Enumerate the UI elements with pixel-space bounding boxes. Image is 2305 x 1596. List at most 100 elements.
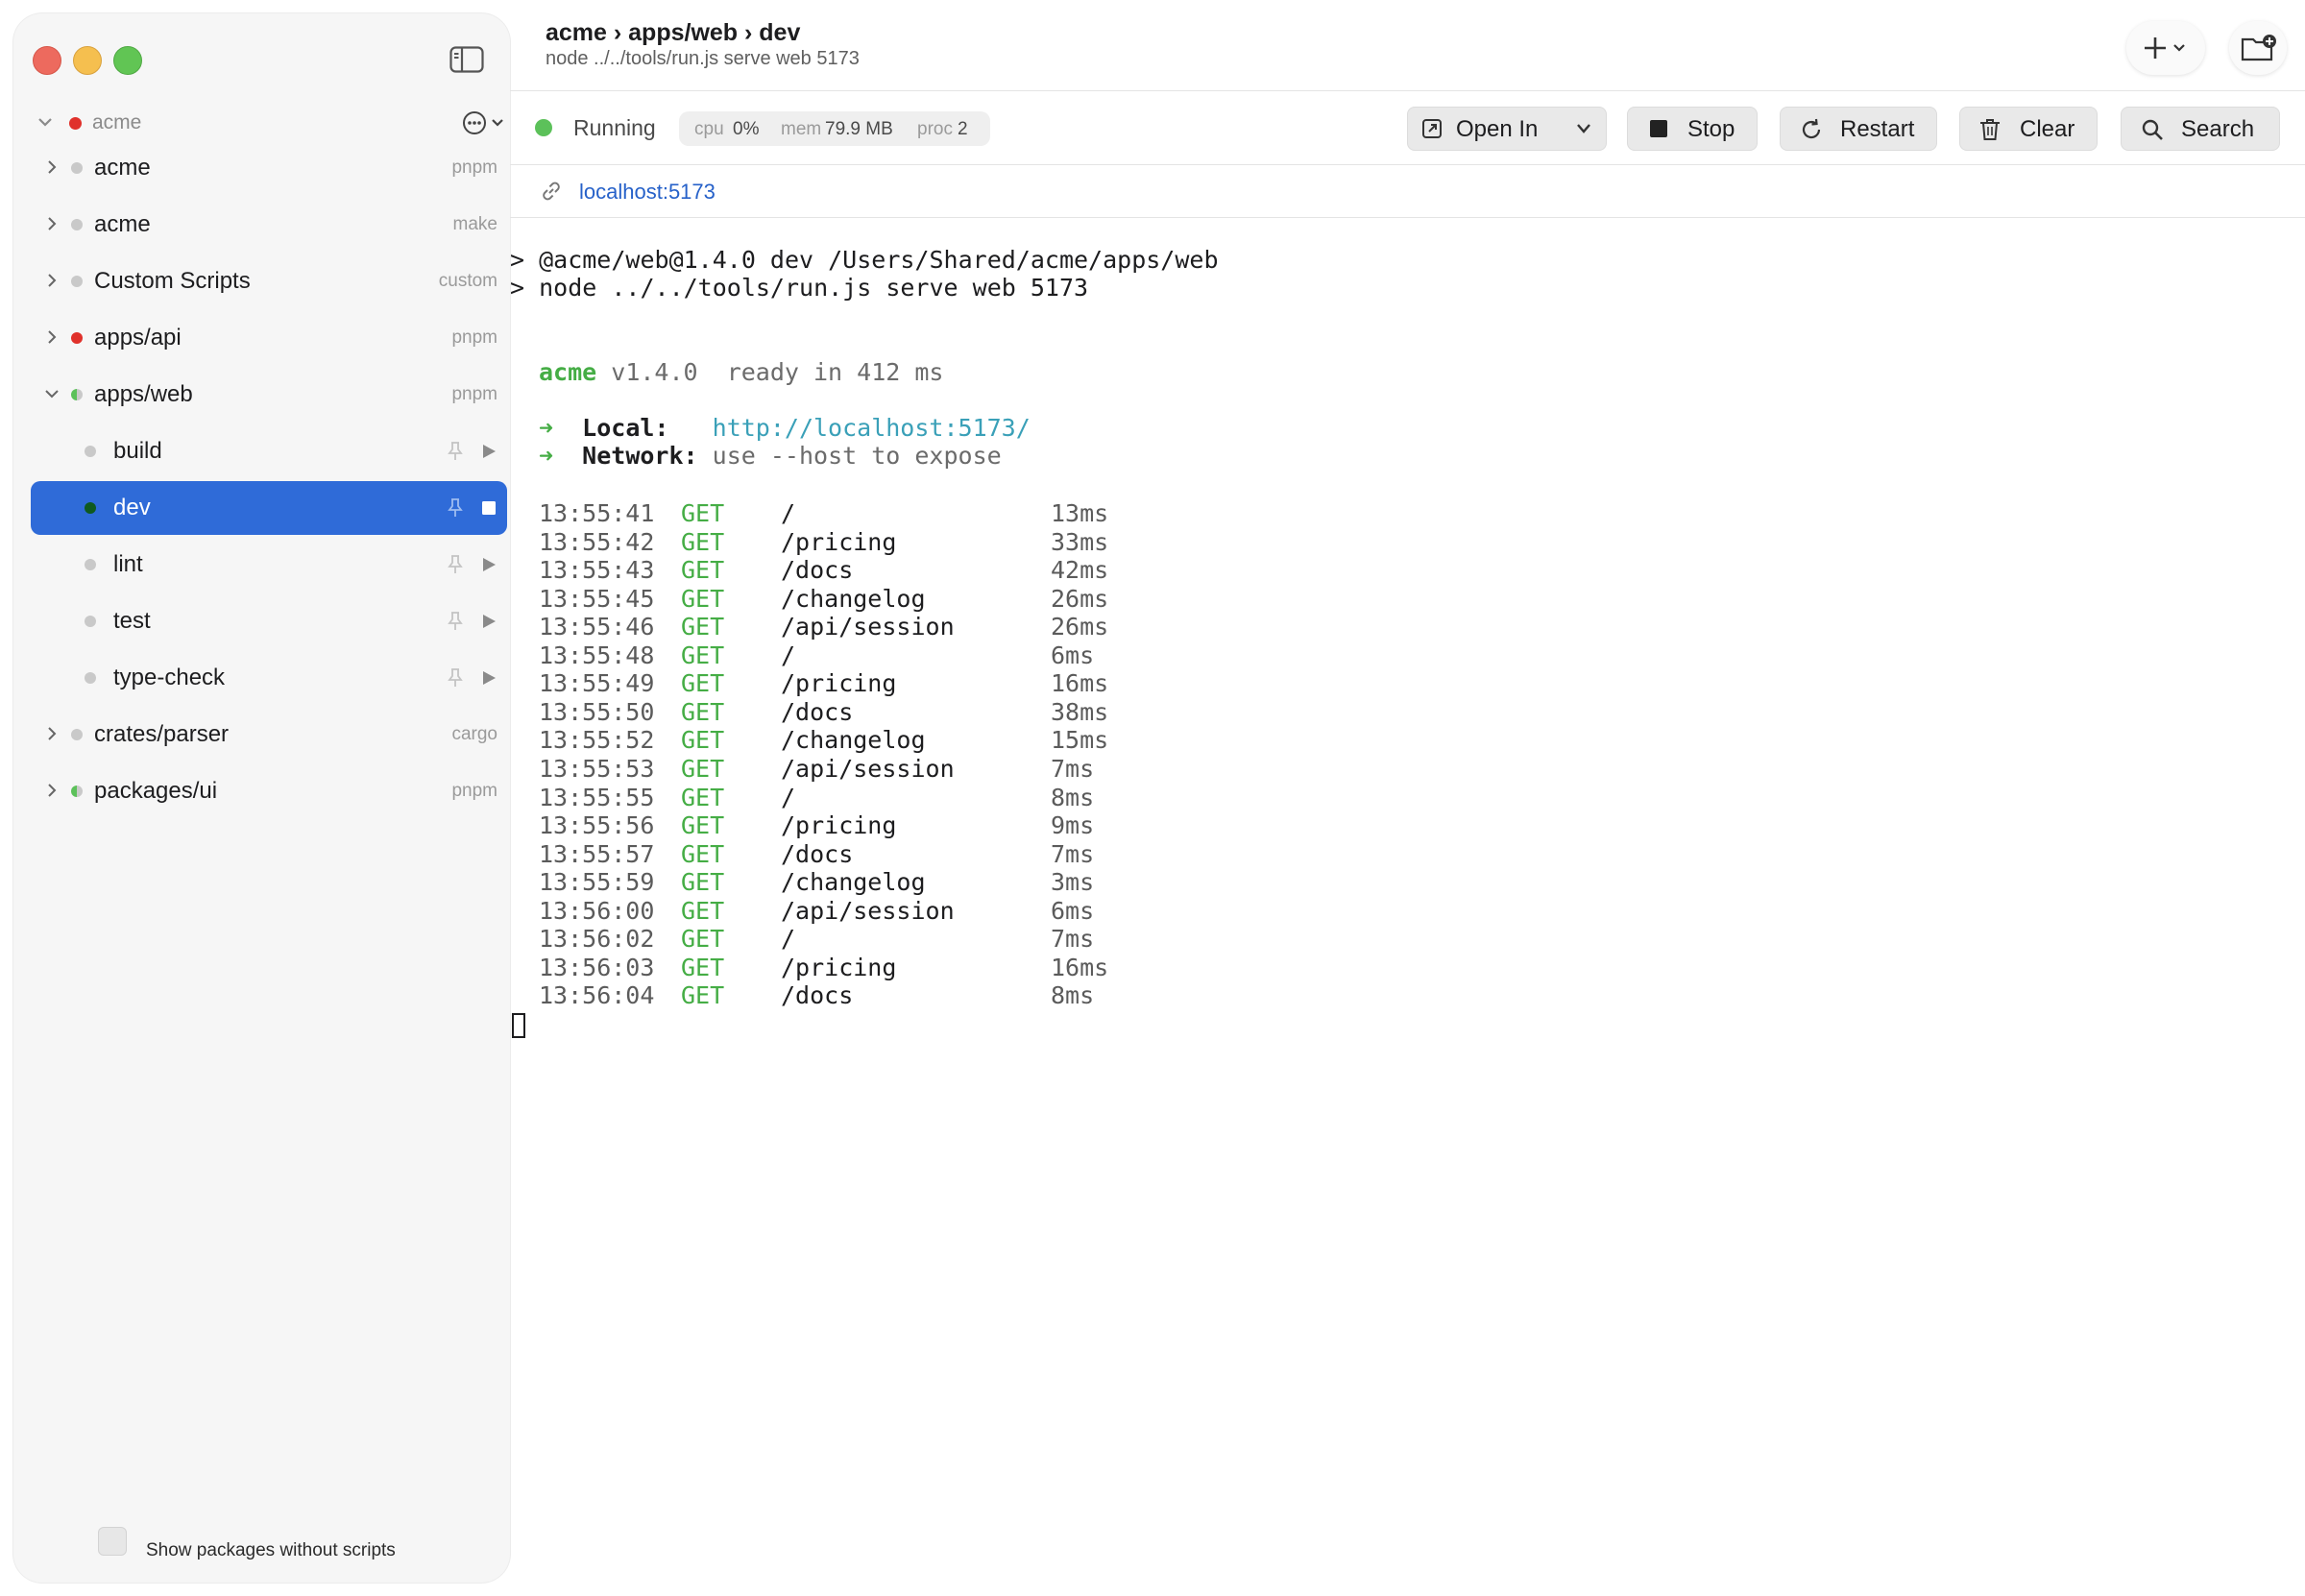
folder-add-icon [2241, 35, 2276, 61]
main-panel: acme › apps/web › dev node ../../tools/r… [510, 0, 2305, 1596]
pin-icon[interactable] [446, 667, 465, 689]
log-path: / [781, 783, 796, 811]
process-stats: cpu 0% mem 79.9 MB proc 2 [679, 111, 990, 146]
mem-label: mem [781, 119, 822, 139]
log-method: GET [681, 499, 725, 527]
restart-button[interactable]: Restart [1780, 107, 1937, 151]
sidebar-item-acme-pnpm[interactable]: acme pnpm [31, 141, 507, 195]
chevron-down-icon[interactable] [36, 113, 54, 131]
divider [510, 90, 2305, 91]
play-icon[interactable] [480, 443, 497, 460]
log-method: GET [681, 839, 725, 868]
sidebar-item-packages-ui[interactable]: packages/ui pnpm [31, 764, 507, 818]
script-item-type-check[interactable]: type-check [31, 651, 507, 705]
localhost-link[interactable]: localhost:5173 [579, 180, 716, 205]
brand-text: acme [539, 358, 597, 386]
sidebar-item-apps-web[interactable]: apps/web pnpm [31, 368, 507, 422]
chevron-right-icon[interactable] [44, 783, 60, 798]
mem-value: 79.9 MB [825, 119, 893, 139]
log-duration: 33ms [1051, 527, 1109, 556]
script-label: dev [113, 495, 151, 520]
sidebar-item-crates-parser[interactable]: crates/parser cargo [31, 708, 507, 762]
sidebar-item-custom-scripts[interactable]: Custom Scripts custom [31, 254, 507, 308]
proc-value: 2 [958, 119, 968, 139]
stop-icon[interactable] [480, 499, 497, 517]
stop-button[interactable]: Stop [1627, 107, 1758, 151]
terminal-network-line: ➜ Network: use --host to expose [539, 442, 1002, 471]
clear-button[interactable]: Clear [1959, 107, 2098, 151]
package-manager-tag: pnpm [451, 781, 497, 801]
sidebar-toggle-icon[interactable] [449, 46, 484, 73]
sidebar-item-apps-api[interactable]: apps/api pnpm [31, 311, 507, 365]
log-duration: 38ms [1051, 697, 1109, 726]
log-path: /docs [781, 556, 854, 585]
open-external-icon [1422, 119, 1442, 138]
search-label: Search [2181, 116, 2255, 142]
version-text: v1.4.0 [611, 358, 698, 386]
log-time: 13:55:53 [539, 754, 655, 783]
script-label: type-check [113, 665, 226, 690]
log-duration: 7ms [1051, 839, 1095, 868]
sidebar-item-label: acme [94, 155, 151, 181]
script-item-build[interactable]: build [31, 424, 507, 478]
stop-icon [1650, 120, 1667, 137]
show-packages-label: Show packages without scripts [146, 1540, 396, 1560]
chevron-right-icon[interactable] [44, 726, 60, 741]
script-item-test[interactable]: test [31, 594, 507, 648]
play-icon[interactable] [480, 556, 497, 573]
log-path: /pricing [781, 669, 897, 698]
close-window-button[interactable] [33, 46, 61, 75]
log-duration: 6ms [1051, 896, 1095, 925]
script-item-dev[interactable]: dev [31, 481, 507, 535]
chevron-down-icon[interactable] [1575, 122, 1592, 135]
play-icon[interactable] [480, 669, 497, 687]
pin-icon[interactable] [446, 497, 465, 519]
ready-text: ready in 412 ms [726, 358, 944, 386]
chevron-right-icon[interactable] [44, 329, 60, 345]
log-path: /changelog [781, 584, 926, 613]
workspace-header[interactable]: acme [36, 109, 503, 138]
sidebar-item-acme-make[interactable]: acme make [31, 198, 507, 252]
arrow-icon: ➜ [539, 442, 554, 470]
status-dot [85, 672, 96, 684]
page-title: acme › apps/web › dev [546, 19, 801, 46]
log-method: GET [681, 754, 725, 783]
chevron-right-icon[interactable] [44, 216, 60, 231]
add-folder-button[interactable] [2229, 21, 2287, 75]
script-item-lint[interactable]: lint [31, 538, 507, 592]
script-label: test [113, 608, 151, 634]
maximize-window-button[interactable] [113, 46, 142, 75]
cpu-label: cpu [694, 119, 724, 139]
log-path: / [781, 925, 796, 954]
search-button[interactable]: Search [2121, 107, 2280, 151]
status-dot [85, 616, 96, 627]
pin-icon[interactable] [446, 611, 465, 632]
play-icon[interactable] [480, 613, 497, 630]
log-method: GET [681, 527, 725, 556]
search-icon [2142, 119, 2163, 140]
show-packages-checkbox[interactable] [98, 1527, 127, 1556]
more-options-icon[interactable] [461, 109, 507, 136]
status-dot [71, 162, 83, 174]
pin-icon[interactable] [446, 441, 465, 462]
restart-icon [1802, 118, 1821, 139]
log-time: 13:55:57 [539, 839, 655, 868]
local-url[interactable]: http://localhost:5173/ [713, 414, 1031, 442]
open-in-button[interactable]: Open In [1407, 107, 1607, 151]
minimize-window-button[interactable] [73, 46, 102, 75]
log-path: /pricing [781, 811, 897, 840]
chevron-right-icon[interactable] [44, 273, 60, 288]
clear-label: Clear [2020, 116, 2075, 142]
log-path: / [781, 499, 796, 527]
running-status-dot [85, 502, 96, 514]
log-time: 13:55:50 [539, 697, 655, 726]
status-dot [85, 559, 96, 570]
chevron-down-icon[interactable] [44, 386, 60, 401]
log-path: /api/session [781, 613, 955, 641]
log-method: GET [681, 953, 725, 981]
pin-icon[interactable] [446, 554, 465, 575]
add-button[interactable] [2126, 21, 2205, 75]
stop-label: Stop [1687, 116, 1735, 142]
chevron-right-icon[interactable] [44, 159, 60, 175]
log-duration: 7ms [1051, 754, 1095, 783]
